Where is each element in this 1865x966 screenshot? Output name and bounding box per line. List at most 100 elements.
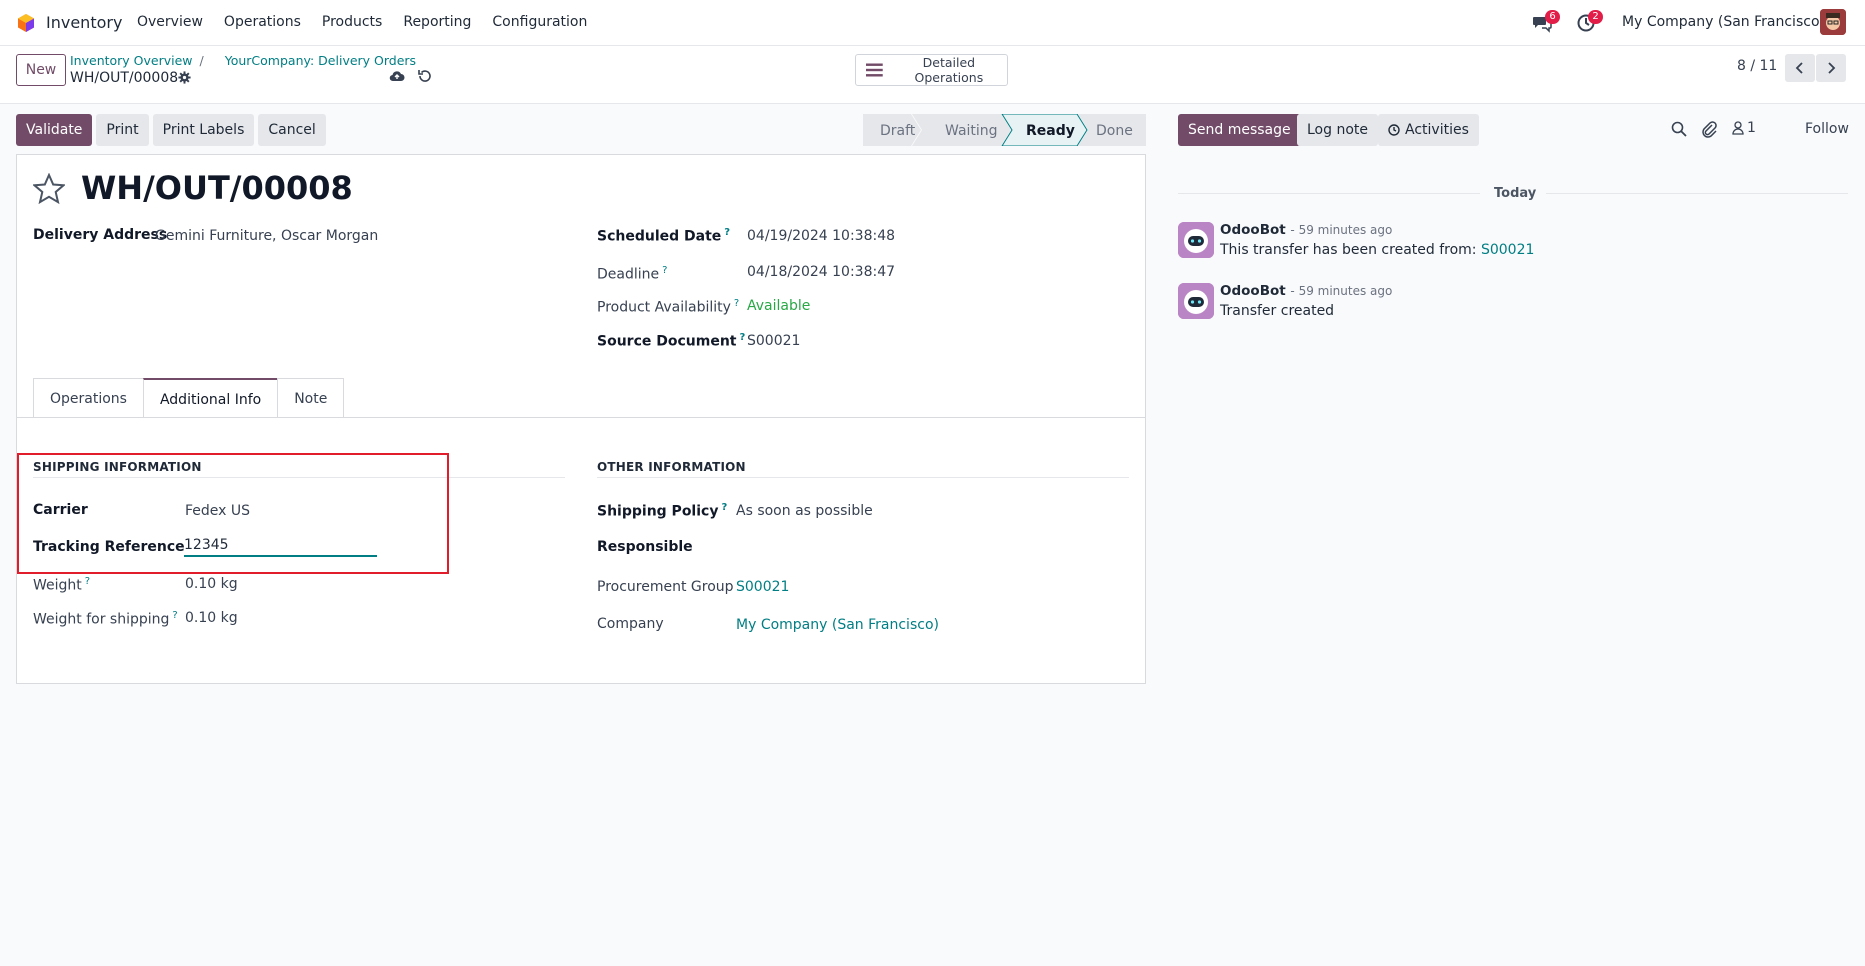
source-document-label: Source Document? <box>597 332 746 350</box>
message-author[interactable]: OdooBot - 59 minutes ago <box>1220 222 1392 238</box>
messages-badge: 6 <box>1545 10 1560 24</box>
form-action-buttons: Validate Print Print Labels Cancel <box>16 114 326 146</box>
product-availability-label: Product Availability? <box>597 298 740 316</box>
print-button[interactable]: Print <box>96 114 149 146</box>
pager-next-button[interactable] <box>1816 54 1846 82</box>
send-message-button[interactable]: Send message <box>1178 114 1301 146</box>
delivery-address-value[interactable]: Gemini Furniture, Oscar Morgan <box>155 228 378 244</box>
follow-button[interactable]: Follow <box>1805 121 1849 137</box>
detailed-operations-button[interactable]: Detailed Operations <box>855 54 1008 86</box>
save-cloud-icon[interactable] <box>389 68 405 84</box>
shipping-policy-value[interactable]: As soon as possible <box>736 503 873 519</box>
stage-draft[interactable]: Draft <box>880 123 916 139</box>
user-icon <box>1732 121 1744 135</box>
main-menu: Overview Operations Products Reporting C… <box>137 14 608 30</box>
stage-waiting[interactable]: Waiting <box>945 123 998 139</box>
inventory-app-icon[interactable] <box>17 14 35 32</box>
user-face-icon <box>1820 9 1846 35</box>
tracking-reference-label: Tracking Reference <box>33 539 185 555</box>
detailed-operations-label: Detailed Operations <box>914 55 984 85</box>
message-source-link[interactable]: S00021 <box>1481 242 1534 258</box>
search-icon[interactable] <box>1671 121 1687 137</box>
odoobot-avatar[interactable] <box>1178 222 1214 258</box>
other-section-rule <box>597 477 1129 478</box>
tab-divider <box>17 417 1145 418</box>
scheduled-date-label: Scheduled Date? <box>597 227 731 245</box>
cancel-button[interactable]: Cancel <box>258 114 326 146</box>
menu-products[interactable]: Products <box>322 14 382 30</box>
company-switcher[interactable]: My Company (San Francisco) <box>1622 14 1825 30</box>
breadcrumb-delivery-orders[interactable]: YourCompany: Delivery Orders <box>225 53 416 68</box>
status-bar: Draft Waiting Ready Done <box>863 114 1146 146</box>
validate-button[interactable]: Validate <box>16 114 93 146</box>
procurement-group-label: Procurement Group <box>597 579 734 595</box>
list-icon <box>866 63 883 77</box>
menu-configuration[interactable]: Configuration <box>492 14 587 30</box>
app-name[interactable]: Inventory <box>46 13 122 32</box>
new-button[interactable]: New <box>16 54 66 86</box>
odoobot-avatar[interactable] <box>1178 283 1214 319</box>
print-labels-button[interactable]: Print Labels <box>152 114 255 146</box>
product-availability-value: Available <box>747 298 811 314</box>
log-note-button[interactable]: Log note <box>1297 114 1378 146</box>
tab-additional-info[interactable]: Additional Info <box>142 378 279 418</box>
gear-icon[interactable] <box>178 71 191 84</box>
user-avatar[interactable] <box>1820 9 1846 35</box>
breadcrumb-current: WH/OUT/00008 <box>70 70 179 86</box>
record-title: WH/OUT/00008 <box>81 169 353 207</box>
menu-overview[interactable]: Overview <box>137 14 203 30</box>
robot-icon <box>1178 283 1214 319</box>
tab-operations[interactable]: Operations <box>33 378 144 418</box>
company-label: Company <box>597 616 664 632</box>
responsible-label: Responsible <box>597 539 693 555</box>
chevron-right-icon <box>1828 62 1836 74</box>
pager-previous-button[interactable] <box>1785 54 1815 82</box>
company-link[interactable]: My Company (San Francisco) <box>736 617 939 633</box>
deadline-label: Deadline? <box>597 265 668 283</box>
paperclip-icon[interactable] <box>1701 120 1717 138</box>
discard-undo-icon[interactable] <box>417 68 433 84</box>
weight-value: 0.10 kg <box>185 576 238 592</box>
activity-badge: 2 <box>1588 10 1603 24</box>
message-author[interactable]: OdooBot - 59 minutes ago <box>1220 283 1392 299</box>
robot-icon <box>1178 222 1214 258</box>
followers-button[interactable]: 1 <box>1732 120 1756 136</box>
date-separator-label: Today <box>1494 186 1537 201</box>
weight-for-shipping-value: 0.10 kg <box>185 610 238 626</box>
date-separator-left <box>1178 193 1480 194</box>
followers-count: 1 <box>1747 120 1756 136</box>
clock-icon <box>1388 124 1400 136</box>
control-panel: New Inventory Overview / YourCompany: Deli… <box>0 46 1865 104</box>
scheduled-date-value[interactable]: 04/19/2024 10:38:48 <box>747 228 895 244</box>
shipping-section-rule <box>33 477 565 478</box>
weight-label: Weight? <box>33 576 91 594</box>
pager-value[interactable]: 8 / 11 <box>1737 58 1777 74</box>
tracking-reference-input[interactable] <box>184 535 377 557</box>
top-navbar: Inventory Overview Operations Products R… <box>0 0 1865 46</box>
stage-ready[interactable]: Ready <box>1026 123 1075 139</box>
date-separator-right <box>1546 193 1848 194</box>
other-information-title: OTHER INFORMATION <box>597 460 746 474</box>
message-body: Transfer created <box>1220 303 1335 319</box>
menu-reporting[interactable]: Reporting <box>403 14 471 30</box>
breadcrumb-inventory-overview[interactable]: Inventory Overview <box>70 53 193 68</box>
tab-note[interactable]: Note <box>277 378 345 418</box>
delivery-address-label: Delivery Address <box>33 227 168 243</box>
message-body: This transfer has been created from: S00… <box>1220 242 1535 258</box>
breadcrumb: Inventory Overview / YourCompany: Delivery… <box>70 53 416 68</box>
form-sheet: WH/OUT/00008 Delivery Address Gemini Fur… <box>16 154 1146 684</box>
deadline-value: 04/18/2024 10:38:47 <box>747 264 896 280</box>
shipping-information-title: SHIPPING INFORMATION <box>33 460 202 474</box>
carrier-label: Carrier <box>33 502 88 518</box>
source-document-value[interactable]: S00021 <box>747 333 800 349</box>
activities-button[interactable]: Activities <box>1378 114 1479 146</box>
breadcrumb-separator: / <box>199 53 204 68</box>
activities-label: Activities <box>1405 122 1469 138</box>
weight-for-shipping-label: Weight for shipping? <box>33 610 178 628</box>
favorite-star-icon[interactable] <box>33 173 65 205</box>
procurement-group-link[interactable]: S00021 <box>736 579 789 595</box>
notebook-tabs: Operations Additional Info Note <box>33 378 345 418</box>
menu-operations[interactable]: Operations <box>224 14 301 30</box>
carrier-value[interactable]: Fedex US <box>185 503 250 519</box>
stage-done[interactable]: Done <box>1096 123 1133 139</box>
